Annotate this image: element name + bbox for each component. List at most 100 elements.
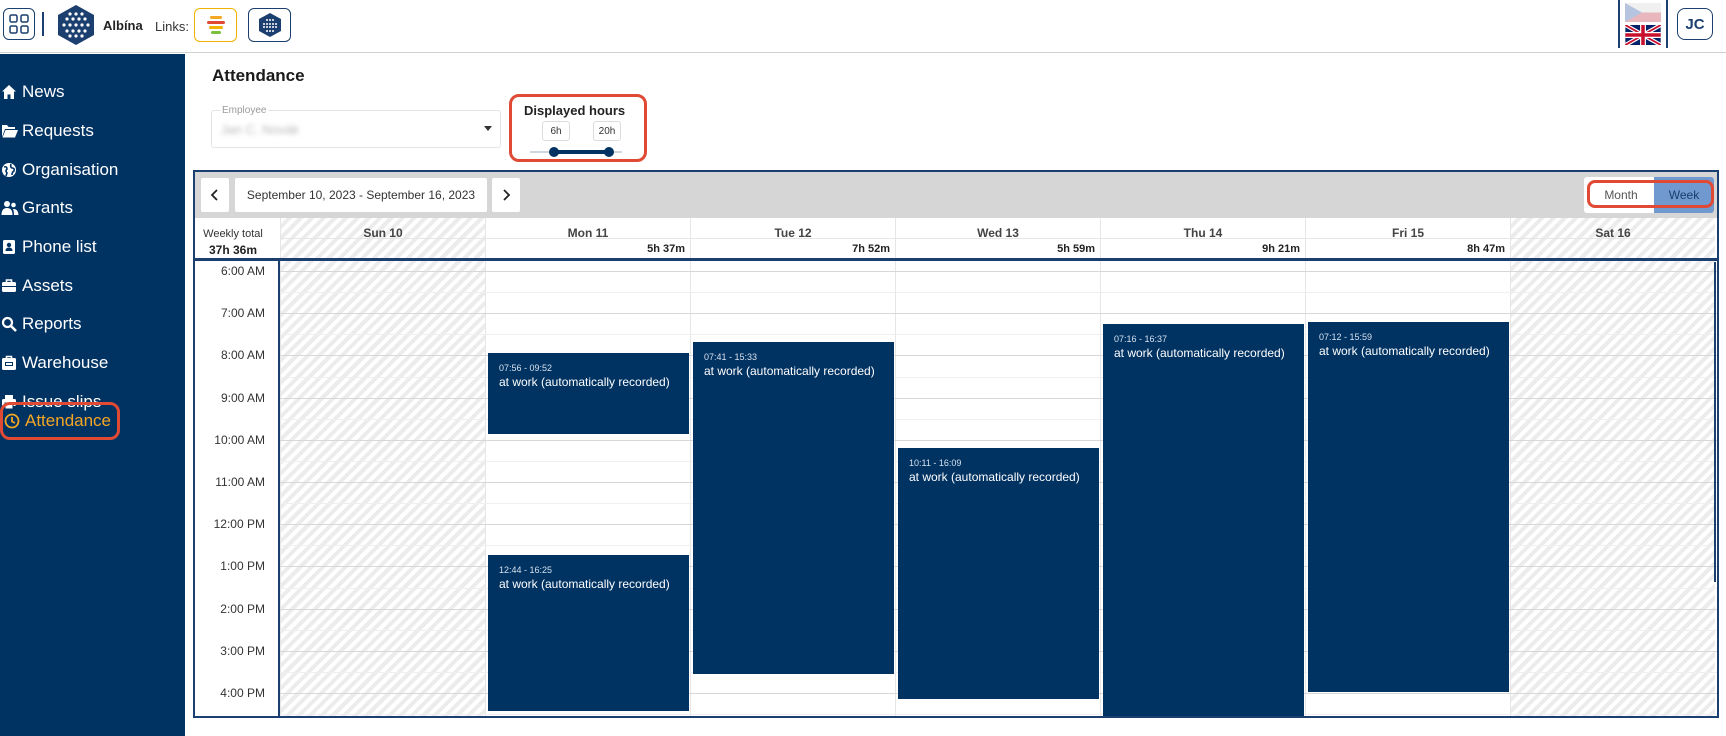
event-description: at work (automatically recorded): [704, 364, 875, 379]
event-description: at work (automatically recorded): [499, 577, 670, 592]
bars-app-icon: [206, 16, 225, 34]
view-month-button[interactable]: Month: [1588, 177, 1654, 213]
day-name: Tue 12: [774, 226, 812, 240]
attendance-event[interactable]: 07:16 - 16:37 at work (automatically reco…: [1103, 324, 1304, 716]
briefcase-icon: [0, 276, 22, 296]
sidebar-item-label: Grants: [22, 198, 74, 217]
clock-icon: [3, 411, 25, 431]
attendance-event[interactable]: 12:44 - 16:25 at work (automatically reco…: [488, 555, 689, 711]
time-label: 10:00 AM: [214, 432, 265, 447]
previous-week-button[interactable]: [201, 178, 229, 212]
sidebar: News Requests Organisation Grants Phone …: [0, 54, 185, 736]
sidebar-item-label: Requests: [22, 121, 94, 140]
albina-logo[interactable]: [56, 4, 96, 46]
sidebar-item-organisation[interactable]: Organisation: [0, 152, 118, 188]
day-total: 5h 37m: [647, 243, 685, 255]
warehouse-icon: [0, 353, 22, 373]
hours-from-value: 6h: [542, 121, 570, 141]
time-label: 12:00 PM: [213, 517, 265, 532]
chevron-left-icon: [210, 189, 218, 201]
sidebar-item-warehouse[interactable]: Warehouse: [0, 345, 108, 381]
sidebar-item-label: News: [22, 82, 65, 101]
sidebar-item-label: Assets: [22, 276, 74, 295]
home-icon: [0, 82, 22, 102]
attendance-event[interactable]: 07:12 - 15:59 at work (automatically reco…: [1308, 321, 1509, 693]
event-description: at work (automatically recorded): [499, 374, 670, 389]
day-header: Wed 13 5h 59m: [895, 218, 1100, 258]
event-time: 07:12 - 15:59: [1319, 331, 1373, 342]
next-week-button[interactable]: [492, 178, 520, 212]
day-total: 8h 47m: [1467, 243, 1505, 255]
globe-icon: [0, 160, 22, 180]
sidebar-item-grants[interactable]: Grants: [0, 190, 73, 226]
employee-select[interactable]: Employee Jan C. Novák: [211, 105, 501, 148]
hexagon-logo-icon: [258, 13, 281, 37]
time-label: 8:00 AM: [220, 348, 265, 363]
date-range-label[interactable]: September 10, 2023 - September 16, 2023: [235, 178, 487, 212]
time-label: 3:00 PM: [220, 643, 265, 658]
sidebar-item-reports[interactable]: Reports: [0, 306, 82, 342]
link-albina-app-button[interactable]: [248, 8, 291, 42]
hours-slider-end-handle[interactable]: [604, 147, 614, 157]
sidebar-item-requests[interactable]: Requests: [0, 113, 94, 149]
attendance-calendar: September 10, 2023 - September 16, 2023 …: [193, 170, 1719, 718]
links-label: Links:: [155, 19, 189, 34]
day-header: Thu 14 9h 21m: [1100, 218, 1305, 258]
event-description: at work (automatically recorded): [1319, 343, 1490, 358]
day-name: Sat 16: [1595, 226, 1631, 240]
language-switcher[interactable]: [1618, 0, 1668, 48]
calendar-toolbar: September 10, 2023 - September 16, 2023 …: [195, 172, 1717, 218]
hours-slider-start-handle[interactable]: [549, 147, 559, 157]
time-label: 6:00 AM: [220, 264, 265, 278]
sidebar-item-label: Attendance: [25, 411, 112, 430]
top-bar: Albína Links: JC: [0, 0, 1726, 53]
half-hour-line: [280, 714, 1717, 716]
divider: [42, 12, 44, 36]
user-avatar[interactable]: JC: [1677, 8, 1713, 40]
hour-line: [280, 271, 1717, 272]
chevron-right-icon: [503, 189, 511, 201]
attendance-event[interactable]: 10:11 - 16:09 at work (automatically reco…: [898, 447, 1099, 700]
day-total: 7h 52m: [852, 243, 890, 255]
brand-name: Albína: [103, 18, 143, 33]
event-time: 07:41 - 15:33: [704, 352, 758, 363]
users-icon: [0, 198, 22, 218]
sidebar-item-phone-list[interactable]: Phone list: [0, 229, 97, 265]
time-label: 4:00 PM: [220, 686, 265, 700]
view-week-button[interactable]: Week: [1654, 177, 1714, 213]
weekly-total-label: Weekly total: [203, 228, 263, 240]
attendance-event[interactable]: 07:41 - 15:33 at work (automatically reco…: [693, 342, 894, 674]
uk-flag-icon[interactable]: [1625, 25, 1661, 45]
scrollbar[interactable]: [1714, 262, 1716, 582]
event-description: at work (automatically recorded): [909, 469, 1080, 484]
sidebar-item-assets[interactable]: Assets: [0, 268, 73, 304]
day-total: 5h 59m: [1057, 243, 1095, 255]
day-name: Wed 13: [977, 226, 1019, 240]
day-column[interactable]: [1510, 261, 1715, 716]
address-book-icon: [0, 237, 22, 257]
day-name: Sun 10: [363, 226, 403, 240]
day-column[interactable]: [280, 261, 485, 716]
day-header: Sat 16: [1510, 218, 1715, 258]
day-total: 9h 21m: [1262, 243, 1300, 255]
day-header: Tue 12 7h 52m: [690, 218, 895, 258]
link-reports-app-button[interactable]: [194, 8, 237, 42]
employee-value: Jan C. Novák: [221, 122, 300, 137]
time-label: 9:00 AM: [220, 390, 265, 405]
time-label: 2:00 PM: [220, 601, 265, 616]
attendance-event[interactable]: 07:56 - 09:52 at work (automatically reco…: [488, 352, 689, 435]
view-toggle: Month Week: [1584, 177, 1714, 213]
displayed-hours-title: Displayed hours: [524, 103, 626, 118]
hour-line: [280, 313, 1717, 315]
caret-down-icon[interactable]: [484, 126, 492, 131]
czech-flag-icon[interactable]: [1625, 3, 1661, 22]
event-description: at work (automatically recorded): [1114, 346, 1285, 361]
weekly-total-value: 37h 36m: [208, 243, 258, 257]
sidebar-item-attendance[interactable]: Attendance: [0, 402, 121, 440]
hours-slider-range: [553, 150, 608, 154]
sidebar-item-news[interactable]: News: [0, 74, 65, 110]
event-time: 07:56 - 09:52: [499, 362, 553, 373]
app-grid-button[interactable]: [3, 8, 35, 40]
day-header: Fri 15 8h 47m: [1305, 218, 1510, 258]
event-time: 07:16 - 16:37: [1114, 334, 1168, 345]
